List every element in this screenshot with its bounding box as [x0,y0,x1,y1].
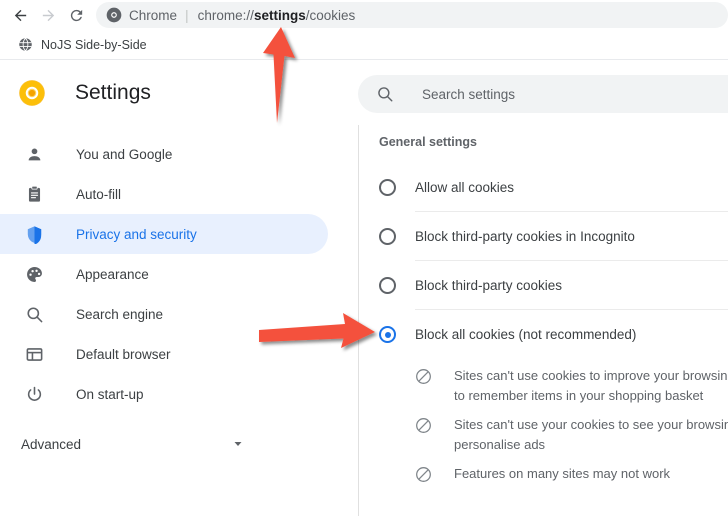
sidebar-item-label: Default browser [76,346,171,362]
sidebar-item-label: Auto-fill [76,186,122,202]
back-button[interactable] [6,1,34,29]
settings-body: You and Google Auto-fill Privacy and sec… [0,125,728,516]
sidebar-item-on-start-up[interactable]: On start-up [0,374,328,414]
chevron-down-icon [234,442,242,446]
consequence-item: Features on many sites may not work [359,457,728,506]
consequence-text: Sites can't use cookies to improve your … [454,368,728,403]
sidebar-item-label: You and Google [76,146,173,162]
consequence-text: Sites can't use your cookies to see your… [454,417,728,452]
sidebar-item-appearance[interactable]: Appearance [0,254,328,294]
chrome-canary-logo-icon [19,80,45,106]
bookmark-item[interactable]: NoJS Side-by-Side [12,33,153,57]
bookmarks-bar: NoJS Side-by-Side [0,30,728,60]
reload-button[interactable] [62,1,90,29]
search-settings-box[interactable] [358,75,728,113]
consequence-item: Sites can't use cookies to improve your … [359,359,728,408]
section-title: General settings [379,135,477,149]
omnibox-site-chip: Chrome [129,7,178,23]
person-icon [24,144,44,164]
power-icon [24,384,44,404]
block-icon [416,418,431,433]
radio-label: Block third-party cookies [415,278,563,293]
arrow-left-icon [14,9,26,21]
settings-sidebar: You and Google Auto-fill Privacy and sec… [0,125,358,516]
page-title: Settings [75,81,151,104]
url-bold-segment: settings [253,7,306,23]
radio-option-block-all-cookies[interactable]: Block all cookies (not recommended) [359,310,728,359]
url-suffix: /cookies [305,7,356,23]
browser-window-icon [24,344,44,364]
sidebar-item-privacy-and-security[interactable]: Privacy and security [0,214,328,254]
address-bar[interactable]: Chrome | chrome://settings/cookies [96,2,728,28]
sidebar-item-label: Privacy and security [76,226,197,242]
radio-label: Block third-party cookies in Incognito [415,229,635,244]
radio-mark[interactable] [379,179,396,196]
sidebar-item-search-engine[interactable]: Search engine [0,294,328,334]
search-input[interactable] [422,86,722,102]
settings-header: Settings [0,61,728,125]
sidebar-advanced-label: Advanced [21,436,82,452]
radio-mark[interactable] [379,228,396,245]
block-icon [416,467,431,482]
arrow-right-icon [42,9,54,21]
palette-icon [24,264,44,284]
omnibox-url: chrome://settings/cookies [198,8,356,23]
shield-icon [24,224,44,244]
radio-label: Allow all cookies [415,180,515,195]
radio-option-block-third-party-incognito[interactable]: Block third-party cookies in Incognito [359,212,728,261]
radio-label: Block all cookies (not recommended) [415,327,637,342]
search-icon [378,87,393,102]
clipboard-icon [24,184,44,204]
consequences-list: Sites can't use cookies to improve your … [359,359,728,506]
sidebar-item-label: Search engine [76,306,164,322]
sidebar-item-default-browser[interactable]: Default browser [0,334,328,374]
sidebar-item-you-and-google[interactable]: You and Google [0,134,328,174]
sidebar-item-auto-fill[interactable]: Auto-fill [0,174,328,214]
radio-option-allow-all-cookies[interactable]: Allow all cookies [359,163,728,212]
cookies-radio-group: Allow all cookies Block third-party cook… [359,163,728,359]
chrome-logo-icon [106,7,122,23]
sidebar-item-advanced[interactable]: Advanced [0,424,248,464]
radio-option-block-third-party[interactable]: Block third-party cookies [359,261,728,310]
consequence-text: Features on many sites may not work [454,466,671,481]
cookies-settings-panel: General settings Allow all cookies Block… [359,125,728,516]
url-prefix: chrome:// [197,7,254,23]
browser-window: Chrome | chrome://settings/cookies NoJS … [0,0,728,516]
radio-mark-selected[interactable] [379,326,396,343]
omnibox-separator: | [185,7,189,23]
radio-mark[interactable] [379,277,396,294]
sidebar-item-label: Appearance [76,266,149,282]
globe-icon [19,37,32,52]
forward-button[interactable] [34,1,62,29]
magnifier-icon [24,304,44,324]
consequence-item: Sites can't use your cookies to see your… [359,408,728,457]
browser-toolbar: Chrome | chrome://settings/cookies [0,0,728,30]
reload-icon [70,9,82,21]
sidebar-item-label: On start-up [76,386,144,402]
block-icon [416,369,431,384]
bookmark-label: NoJS Side-by-Side [41,37,147,52]
